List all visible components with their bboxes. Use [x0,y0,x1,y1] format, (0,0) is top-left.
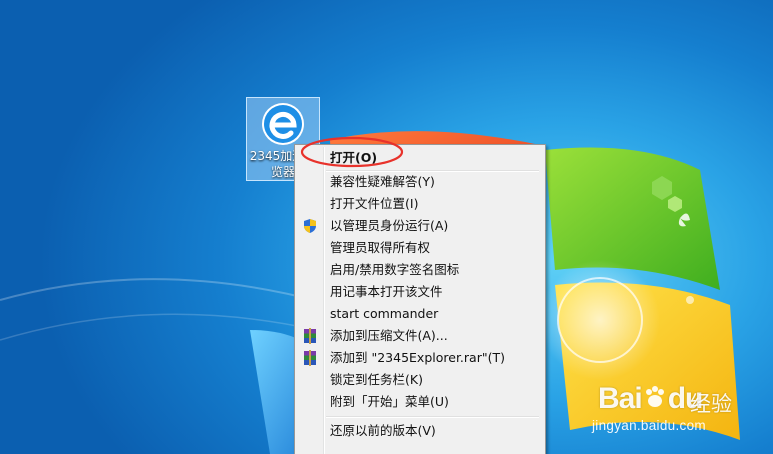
menu-item-start-commander[interactable]: start commander [297,303,543,325]
context-menu: 打开(O) 兼容性疑难解答(Y) 打开文件位置(I) 以管理员身份运行(A) 管… [294,144,546,454]
watermark-brand: Bai du [598,382,703,415]
winrar-icon [304,328,316,344]
menu-item-run-as-admin[interactable]: 以管理员身份运行(A) [297,215,543,237]
menu-item-pin-to-start-menu[interactable]: 附到「开始」菜单(U) [297,391,543,413]
menu-item-add-to-archive[interactable]: 添加到压缩文件(A)... [297,325,543,347]
menu-item-restore-previous-versions[interactable]: 还原以前的版本(V) [297,420,543,442]
watermark-subtitle: 经验 [690,392,732,416]
uac-shield-icon [304,219,316,233]
winrar-icon [304,350,316,366]
menu-item-add-to-named-rar[interactable]: 添加到 "2345Explorer.rar"(T) [297,347,543,369]
menu-item-compat-troubleshoot[interactable]: 兼容性疑难解答(Y) [297,171,543,193]
red-annotation-ellipse [300,136,404,168]
menu-item-open-file-location[interactable]: 打开文件位置(I) [297,193,543,215]
paw-icon [645,386,664,407]
menu-separator [326,416,539,418]
desktop: 2345加速浏览器 打开(O) 兼容性疑难解答(Y) 打开文件位置(I) 以管理… [0,0,773,454]
menu-item-open-with-notepad[interactable]: 用记事本打开该文件 [297,281,543,303]
menu-item-toggle-signature-icon[interactable]: 启用/禁用数字签名图标 [297,259,543,281]
menu-item-pin-to-taskbar[interactable]: 锁定到任务栏(K) [297,369,543,391]
watermark-url: jingyan.baidu.com [592,418,706,433]
menu-item-take-ownership[interactable]: 管理员取得所有权 [297,237,543,259]
baidu-jingyan-watermark: Bai du 经验 jingyan.baidu.com [590,370,770,440]
